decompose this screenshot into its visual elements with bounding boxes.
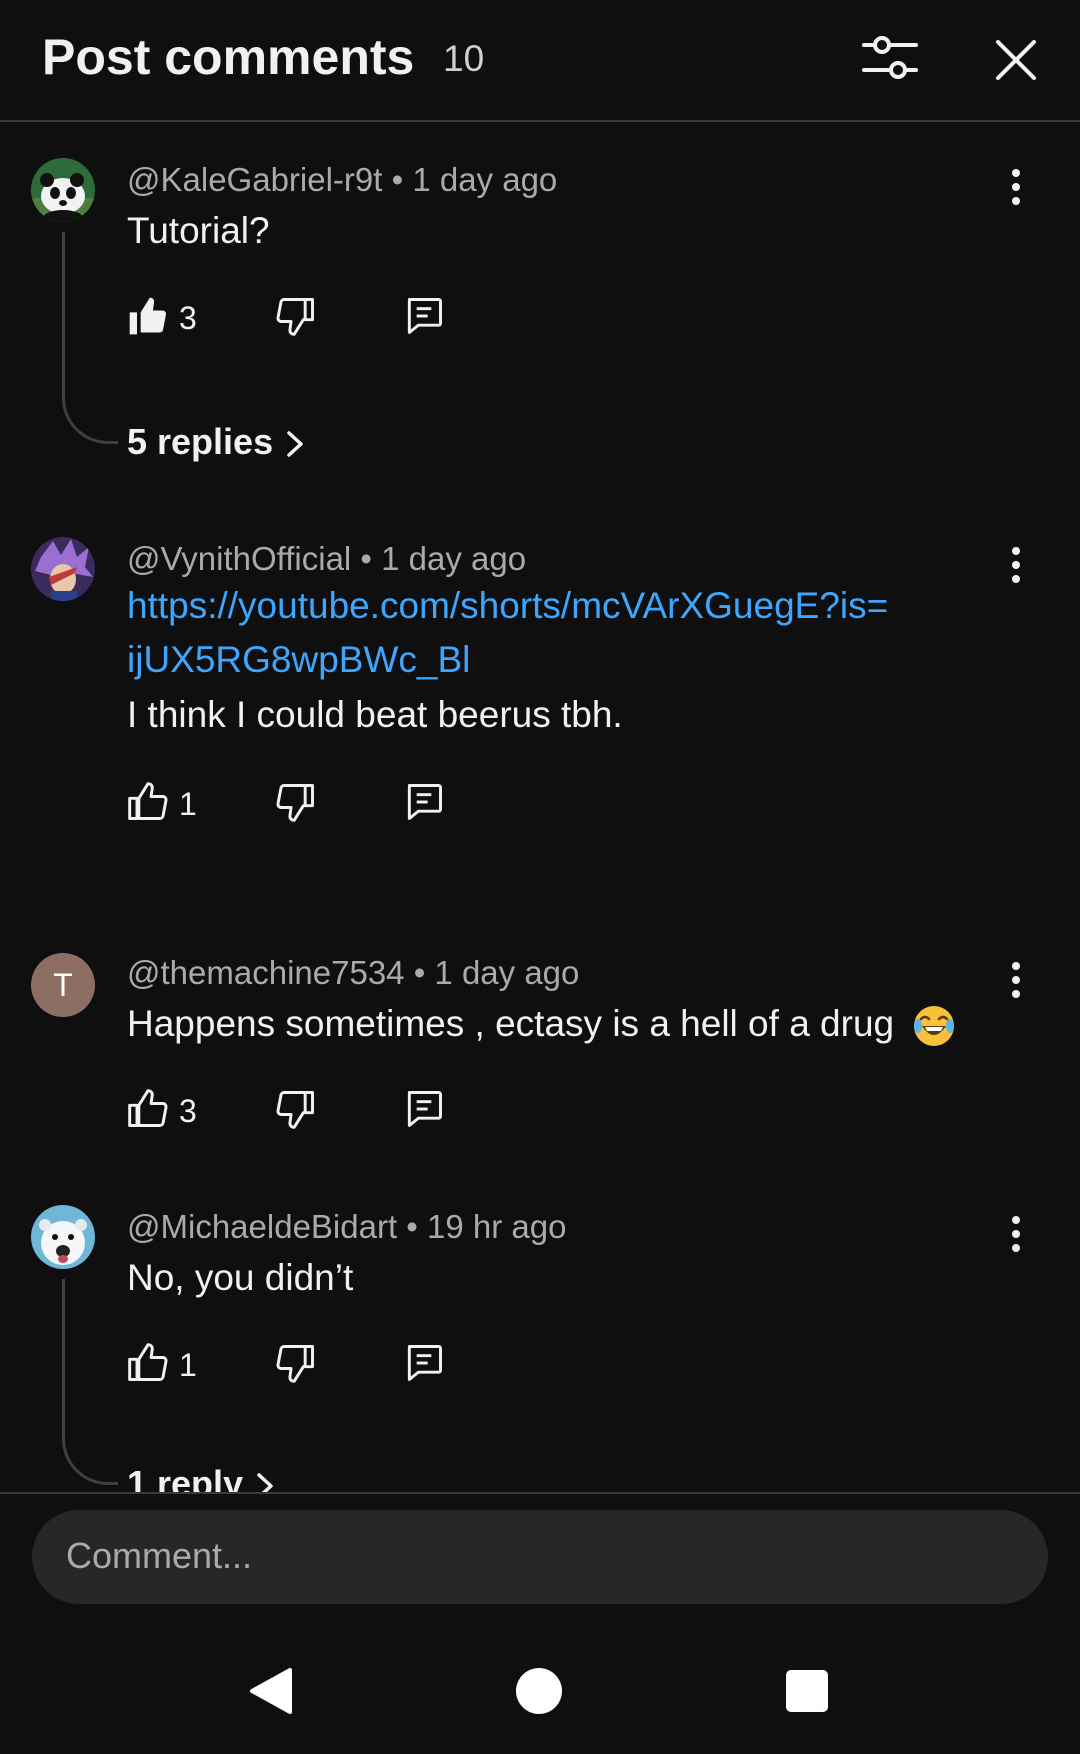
- comments-list[interactable]: @KaleGabriel-r9t • 1 day ago Tutorial? 3…: [0, 122, 1080, 1492]
- avatar[interactable]: [31, 158, 95, 222]
- thumbs-down-icon[interactable]: [274, 1341, 318, 1385]
- home-icon[interactable]: [516, 1668, 562, 1714]
- more-options-icon[interactable]: [996, 1209, 1036, 1259]
- comment-time: 1 day ago: [381, 540, 527, 577]
- replies-label: 1 reply: [127, 1463, 244, 1492]
- comment-author[interactable]: @themachine7534: [127, 954, 405, 991]
- thumbs-down-icon[interactable]: [274, 1087, 318, 1131]
- comment-actions: 1: [126, 1341, 476, 1391]
- chevron-right-icon: [253, 1471, 277, 1492]
- replies-label: 5 replies: [127, 421, 274, 462]
- comment-meta: @themachine7534 • 1 day ago: [127, 954, 580, 991]
- more-options-icon[interactable]: [996, 540, 1036, 590]
- comment-actions: 1: [126, 780, 476, 830]
- comment-author[interactable]: @VynithOfficial: [127, 540, 351, 577]
- comment-link-line[interactable]: ijUX5RG8wpBWc_Bl: [127, 633, 888, 687]
- comment-author[interactable]: @MichaeldeBidart: [127, 1208, 397, 1245]
- comment-time: 19 hr ago: [427, 1208, 567, 1245]
- comment-input[interactable]: Comment...: [32, 1510, 1048, 1604]
- reply-comment-icon[interactable]: [402, 780, 446, 824]
- chevron-right-icon: [283, 429, 307, 459]
- thumbs-up-icon[interactable]: [126, 1341, 170, 1385]
- comment-text: Tutorial?: [127, 210, 270, 251]
- thumbs-down-icon[interactable]: [274, 294, 318, 338]
- comment-text: I think I could beat beerus tbh.: [127, 694, 623, 735]
- view-replies-button[interactable]: 1 reply: [127, 1463, 277, 1492]
- thread-line: [62, 1279, 118, 1485]
- recent-apps-icon[interactable]: [786, 1670, 828, 1712]
- thumbs-up-filled-icon[interactable]: [126, 294, 170, 338]
- like-count: 3: [179, 1093, 197, 1129]
- comment-actions: 3: [126, 1087, 476, 1137]
- avatar[interactable]: [31, 537, 95, 601]
- sort-filter-icon[interactable]: [860, 30, 920, 90]
- comment-actions: 3: [126, 294, 476, 344]
- comment-time: 1 day ago: [434, 954, 580, 991]
- comment-text: No, you didn’t: [127, 1257, 354, 1298]
- comment-count: 10: [443, 38, 485, 79]
- like-count: 3: [179, 300, 197, 336]
- reply-comment-icon[interactable]: [402, 1087, 446, 1131]
- view-replies-button[interactable]: 5 replies: [127, 421, 307, 463]
- comment-text-body: Happens sometimes , ectasy is a hell of …: [127, 1003, 895, 1044]
- divider: [0, 1492, 1080, 1494]
- comment-meta: @VynithOfficial • 1 day ago: [127, 540, 527, 577]
- comment-input-placeholder[interactable]: Comment...: [66, 1535, 252, 1577]
- system-navigation-bar: [0, 1620, 1080, 1754]
- avatar[interactable]: [31, 1205, 95, 1269]
- comment-meta: @KaleGabriel-r9t • 1 day ago: [127, 161, 558, 198]
- thumbs-up-icon[interactable]: [126, 780, 170, 824]
- thread-line: [62, 232, 118, 444]
- comment-meta: @MichaeldeBidart • 19 hr ago: [127, 1208, 567, 1245]
- comment-time: 1 day ago: [412, 161, 558, 198]
- thumbs-down-icon[interactable]: [274, 780, 318, 824]
- more-options-icon[interactable]: [996, 162, 1036, 212]
- reply-comment-icon[interactable]: [402, 294, 446, 338]
- like-count: 1: [179, 786, 197, 822]
- panel-title: Post comments: [42, 29, 415, 85]
- back-icon[interactable]: [246, 1666, 294, 1716]
- like-count: 1: [179, 1347, 197, 1383]
- reply-comment-icon[interactable]: [402, 1341, 446, 1385]
- comment-text: Happens sometimes , ectasy is a hell of …: [127, 1003, 956, 1048]
- comment-link-line[interactable]: https://youtube.com/shorts/mcVArXGuegE?i…: [127, 579, 888, 633]
- comment-link[interactable]: https://youtube.com/shorts/mcVArXGuegE?i…: [127, 579, 888, 687]
- comment-author[interactable]: @KaleGabriel-r9t: [127, 161, 382, 198]
- avatar[interactable]: T: [31, 953, 95, 1017]
- avatar-initial: T: [53, 967, 73, 1003]
- thumbs-up-icon[interactable]: [126, 1087, 170, 1131]
- more-options-icon[interactable]: [996, 955, 1036, 1005]
- laughing-emoji: [912, 1004, 956, 1048]
- close-icon[interactable]: [990, 34, 1042, 86]
- comments-header: Post comments 10: [0, 0, 1080, 122]
